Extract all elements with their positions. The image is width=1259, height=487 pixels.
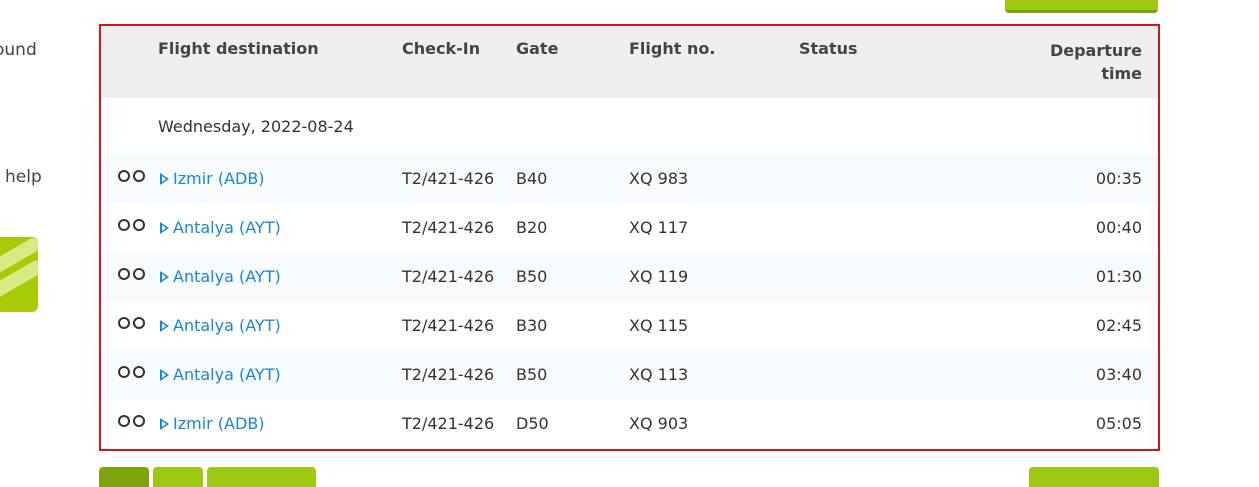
- sidebar-found-text: ound: [0, 40, 37, 60]
- departure-cell: 02:45: [1095, 316, 1142, 335]
- destination-link[interactable]: Izmir (ADB): [160, 414, 265, 433]
- flight-no-cell: XQ 113: [629, 365, 689, 384]
- header-destination[interactable]: Flight destination: [158, 39, 319, 58]
- bottom-action-button[interactable]: [1029, 467, 1159, 487]
- flight-no-cell: XQ 117: [629, 218, 689, 237]
- circle-icon: [133, 317, 145, 329]
- circle-icon: [133, 415, 145, 427]
- play-arrow-icon: [160, 221, 169, 234]
- status-indicator: [118, 170, 145, 182]
- circle-icon: [133, 268, 145, 280]
- play-arrow-icon: [160, 319, 169, 332]
- sidebar-help-link[interactable]: help: [5, 167, 42, 187]
- date-label: Wednesday, 2022-08-24: [158, 117, 354, 136]
- table-row[interactable]: Antalya (AYT) T2/421-426 B20 XQ 117 00:4…: [101, 204, 1158, 253]
- top-action-button[interactable]: [1005, 0, 1158, 13]
- destination-text: Antalya (AYT): [173, 316, 281, 335]
- status-indicator: [118, 366, 145, 378]
- flight-no-cell: XQ 119: [629, 267, 689, 286]
- gate-cell: B40: [516, 169, 548, 188]
- table-header: Flight destination Check-In Gate Flight …: [101, 26, 1158, 98]
- circle-icon: [118, 170, 130, 182]
- circle-icon: [118, 366, 130, 378]
- flight-no-cell: XQ 983: [629, 169, 689, 188]
- header-departure-line2: time: [1101, 64, 1142, 83]
- status-indicator: [118, 268, 145, 280]
- header-gate[interactable]: Gate: [516, 39, 558, 58]
- circle-icon: [118, 219, 130, 231]
- destination-link[interactable]: Antalya (AYT): [160, 218, 281, 237]
- departure-cell: 00:35: [1095, 169, 1142, 188]
- departure-cell: 05:05: [1095, 414, 1142, 433]
- pager-button[interactable]: [207, 467, 316, 487]
- header-departure-line1: Departure: [1049, 41, 1142, 60]
- header-flight-no[interactable]: Flight no.: [629, 39, 715, 58]
- gate-cell: B50: [516, 365, 548, 384]
- destination-link[interactable]: Antalya (AYT): [160, 316, 281, 335]
- sidebar-logo-icon[interactable]: [0, 237, 38, 312]
- destination-text: Antalya (AYT): [173, 218, 281, 237]
- departure-cell: 03:40: [1095, 365, 1142, 384]
- table-row[interactable]: Izmir (ADB) T2/421-426 B40 XQ 983 00:35: [101, 155, 1158, 204]
- checkin-cell: T2/421-426: [402, 218, 495, 237]
- header-checkin[interactable]: Check-In: [402, 39, 480, 58]
- play-arrow-icon: [160, 270, 169, 283]
- circle-icon: [133, 219, 145, 231]
- destination-link[interactable]: Antalya (AYT): [160, 365, 281, 384]
- destination-text: Antalya (AYT): [173, 267, 281, 286]
- destination-text: Izmir (ADB): [173, 169, 265, 188]
- circle-icon: [133, 170, 145, 182]
- pager-button-active[interactable]: [99, 467, 149, 487]
- flight-no-cell: XQ 903: [629, 414, 689, 433]
- departures-table: Flight destination Check-In Gate Flight …: [99, 24, 1160, 451]
- circle-icon: [118, 268, 130, 280]
- header-status[interactable]: Status: [799, 39, 858, 58]
- departure-cell: 00:40: [1095, 218, 1142, 237]
- checkin-cell: T2/421-426: [402, 316, 495, 335]
- status-indicator: [118, 219, 145, 231]
- table-row[interactable]: Antalya (AYT) T2/421-426 B50 XQ 113 03:4…: [101, 351, 1158, 400]
- table-row[interactable]: Antalya (AYT) T2/421-426 B30 XQ 115 02:4…: [101, 302, 1158, 351]
- gate-cell: B20: [516, 218, 548, 237]
- play-arrow-icon: [160, 172, 169, 185]
- destination-link[interactable]: Antalya (AYT): [160, 267, 281, 286]
- destination-link[interactable]: Izmir (ADB): [160, 169, 265, 188]
- play-arrow-icon: [160, 368, 169, 381]
- destination-text: Izmir (ADB): [173, 414, 265, 433]
- departure-cell: 01:30: [1095, 267, 1142, 286]
- circle-icon: [133, 366, 145, 378]
- play-arrow-icon: [160, 417, 169, 430]
- gate-cell: B50: [516, 267, 548, 286]
- checkin-cell: T2/421-426: [402, 365, 495, 384]
- pager-button[interactable]: [153, 467, 203, 487]
- checkin-cell: T2/421-426: [402, 267, 495, 286]
- date-group-row: Wednesday, 2022-08-24: [101, 98, 1158, 155]
- flight-no-cell: XQ 115: [629, 316, 689, 335]
- circle-icon: [118, 317, 130, 329]
- header-departure-time[interactable]: Departure time: [1032, 39, 1142, 85]
- table-row[interactable]: Antalya (AYT) T2/421-426 B50 XQ 119 01:3…: [101, 253, 1158, 302]
- status-indicator: [118, 317, 145, 329]
- destination-text: Antalya (AYT): [173, 365, 281, 384]
- gate-cell: B30: [516, 316, 548, 335]
- status-indicator: [118, 415, 145, 427]
- gate-cell: D50: [516, 414, 549, 433]
- checkin-cell: T2/421-426: [402, 414, 495, 433]
- table-row[interactable]: Izmir (ADB) T2/421-426 D50 XQ 903 05:05: [101, 400, 1158, 449]
- checkin-cell: T2/421-426: [402, 169, 495, 188]
- circle-icon: [118, 415, 130, 427]
